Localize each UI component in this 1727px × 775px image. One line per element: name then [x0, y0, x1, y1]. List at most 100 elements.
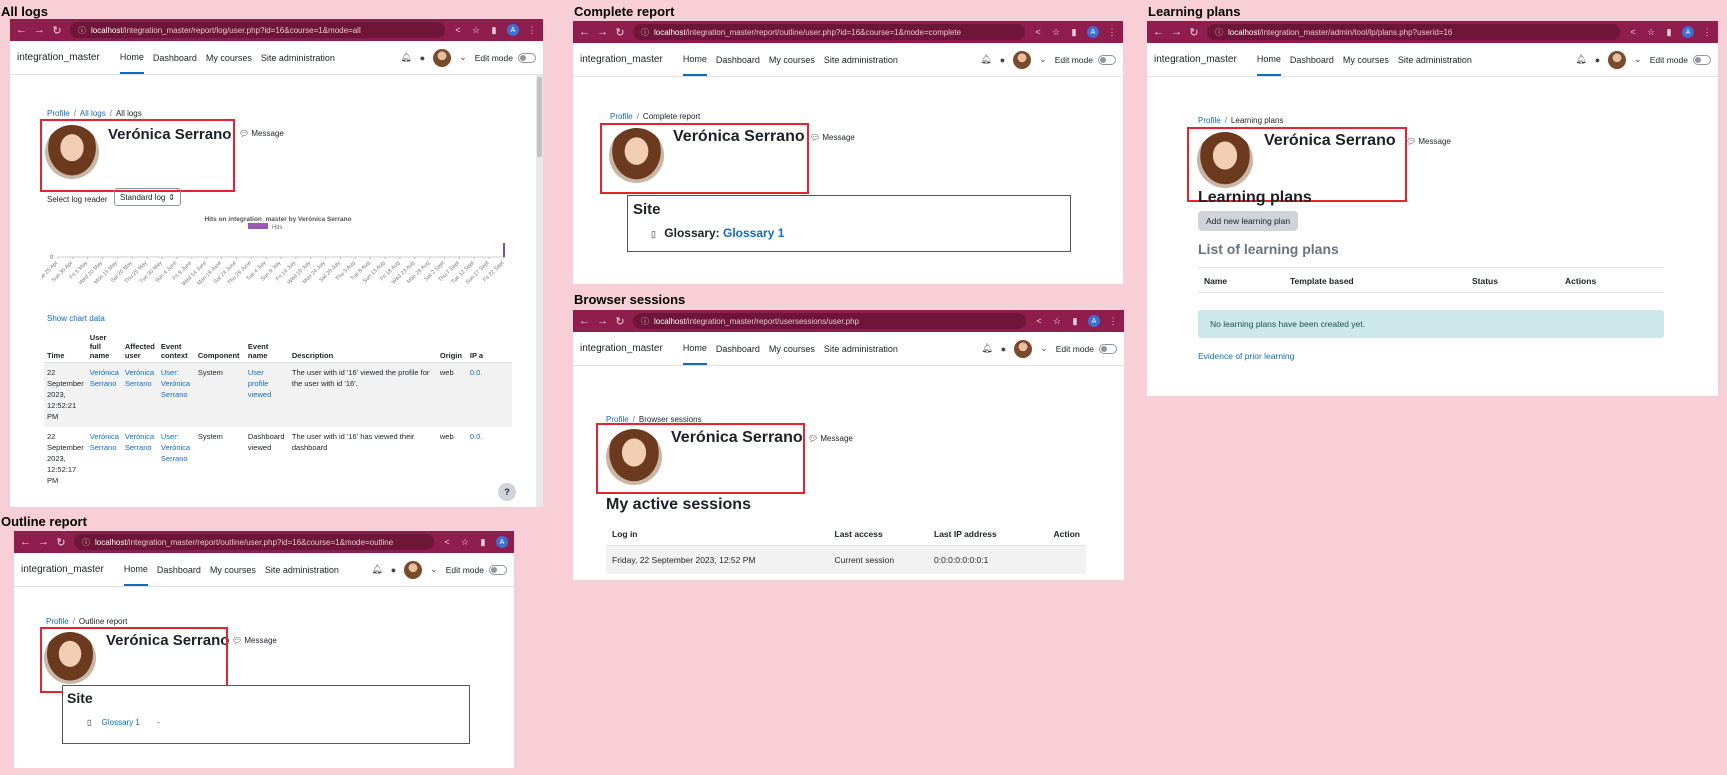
nav-site-administration[interactable]: Site administration: [824, 332, 898, 365]
breadcrumb-profile[interactable]: Profile: [46, 617, 69, 626]
bell-icon[interactable]: 🔔︎: [981, 343, 992, 354]
nav-home[interactable]: Home: [682, 332, 707, 365]
chevron-down-icon[interactable]: ⌄: [1039, 54, 1047, 65]
reload-icon[interactable]: ↻: [615, 26, 625, 39]
breadcrumb-profile[interactable]: Profile: [47, 109, 70, 118]
address-bar[interactable]: ⓘ localhost/integration_master/report/ou…: [74, 534, 434, 550]
cell-user-link[interactable]: Verónica Serrano: [87, 427, 122, 491]
evidence-link[interactable]: Evidence of prior learning: [1198, 351, 1294, 361]
chat-icon[interactable]: ●: [1000, 55, 1005, 65]
edit-mode-toggle[interactable]: [1098, 54, 1116, 65]
glossary-link[interactable]: Glossary 1: [723, 226, 784, 240]
message-button[interactable]: 💬︎ Message: [1406, 137, 1451, 146]
address-bar[interactable]: ⓘ localhost/integration_master/report/us…: [633, 313, 1026, 329]
message-button[interactable]: 💬︎ Message: [239, 129, 284, 138]
user-menu-avatar[interactable]: [404, 560, 423, 579]
share-icon[interactable]: <: [442, 537, 452, 547]
bookmark-star-icon[interactable]: ☆: [460, 537, 470, 548]
nav-home[interactable]: Home: [123, 553, 148, 586]
glossary-link[interactable]: Glossary 1: [102, 718, 140, 727]
address-bar[interactable]: ⓘ localhost/integration_master/report/lo…: [70, 22, 445, 38]
reload-icon[interactable]: ↻: [52, 24, 62, 37]
back-icon[interactable]: ←: [1153, 26, 1164, 38]
edit-mode-toggle[interactable]: [518, 52, 536, 63]
chevron-down-icon[interactable]: ⌄: [1634, 54, 1642, 65]
edit-mode-toggle[interactable]: [1693, 54, 1711, 65]
sidepanel-icon[interactable]: ▮: [478, 537, 488, 548]
nav-dashboard[interactable]: Dashboard: [716, 332, 760, 365]
nav-my-courses[interactable]: My courses: [206, 41, 252, 74]
cell-affected-user-link[interactable]: Verónica Serrano: [122, 427, 158, 491]
kebab-menu-icon[interactable]: ⋮: [1108, 316, 1118, 327]
bell-icon[interactable]: 🔔︎: [371, 564, 382, 575]
cell-affected-user-link[interactable]: Verónica Serrano: [121, 362, 158, 428]
share-icon[interactable]: <: [1033, 27, 1043, 37]
nav-dashboard[interactable]: Dashboard: [153, 41, 197, 74]
message-button[interactable]: 💬︎ Message: [810, 133, 855, 142]
nav-site-administration[interactable]: Site administration: [1398, 43, 1472, 76]
site-name[interactable]: integration_master: [580, 54, 663, 65]
user-menu-avatar[interactable]: [1608, 50, 1627, 69]
share-icon[interactable]: <: [1628, 27, 1638, 37]
nav-my-courses[interactable]: My courses: [210, 553, 256, 586]
help-button[interactable]: ?: [498, 483, 516, 501]
site-name[interactable]: integration_master: [21, 564, 104, 575]
user-menu-avatar[interactable]: [433, 48, 452, 67]
forward-icon[interactable]: →: [34, 24, 45, 36]
nav-dashboard[interactable]: Dashboard: [157, 553, 201, 586]
nav-site-administration[interactable]: Site administration: [265, 553, 339, 586]
kebab-menu-icon[interactable]: ⋮: [527, 25, 537, 36]
sidepanel-icon[interactable]: ▮: [489, 25, 499, 36]
back-icon[interactable]: ←: [579, 315, 590, 327]
nav-dashboard[interactable]: Dashboard: [1290, 43, 1334, 76]
breadcrumb-profile[interactable]: Profile: [1198, 116, 1221, 125]
forward-icon[interactable]: →: [38, 536, 49, 548]
back-icon[interactable]: ←: [579, 26, 590, 38]
edit-mode-toggle[interactable]: [489, 564, 507, 575]
chevron-down-icon[interactable]: ⌄: [459, 52, 467, 63]
share-icon[interactable]: <: [453, 25, 463, 35]
message-button[interactable]: 💬︎ Message: [232, 636, 277, 645]
user-menu-avatar[interactable]: [1014, 339, 1033, 358]
bell-icon[interactable]: 🔔︎: [1575, 54, 1586, 65]
browser-profile-avatar[interactable]: A: [1682, 26, 1694, 38]
nav-home[interactable]: Home: [682, 43, 707, 76]
address-bar[interactable]: ⓘ localhost/integration_master/report/ou…: [633, 24, 1025, 40]
cell-context-link[interactable]: User: Verónica Serrano: [158, 427, 195, 491]
site-name[interactable]: integration_master: [580, 343, 663, 354]
forward-icon[interactable]: →: [597, 315, 608, 327]
add-learning-plan-button[interactable]: Add new learning plan: [1198, 211, 1299, 231]
address-bar[interactable]: ⓘ localhost/integration_master/admin/too…: [1207, 24, 1620, 40]
reload-icon[interactable]: ↻: [56, 536, 66, 549]
reload-icon[interactable]: ↻: [1189, 26, 1199, 39]
nav-home[interactable]: Home: [1256, 43, 1281, 76]
cell-user-link[interactable]: Verónica Serrano: [86, 362, 122, 428]
bell-icon[interactable]: 🔔︎: [400, 52, 411, 63]
cell-context-link[interactable]: User: Verónica Serrano: [157, 362, 195, 428]
forward-icon[interactable]: →: [1171, 26, 1182, 38]
back-icon[interactable]: ←: [20, 536, 31, 548]
show-chart-data-link[interactable]: Show chart data: [47, 314, 105, 323]
browser-profile-avatar[interactable]: A: [1087, 26, 1099, 38]
browser-profile-avatar[interactable]: A: [1088, 315, 1100, 327]
forward-icon[interactable]: →: [597, 26, 608, 38]
edit-mode-toggle[interactable]: [1099, 343, 1117, 354]
chat-icon[interactable]: ●: [420, 53, 425, 63]
nav-site-administration[interactable]: Site administration: [261, 41, 335, 74]
cell-ip-link[interactable]: 0.0.: [466, 362, 512, 428]
site-name[interactable]: integration_master: [1154, 54, 1237, 65]
reload-icon[interactable]: ↻: [615, 315, 625, 328]
nav-dashboard[interactable]: Dashboard: [716, 43, 760, 76]
sidepanel-icon[interactable]: ▮: [1069, 27, 1079, 38]
scrollbar[interactable]: [536, 75, 543, 507]
kebab-menu-icon[interactable]: ⋮: [1107, 27, 1117, 38]
sidepanel-icon[interactable]: ▮: [1664, 27, 1674, 38]
nav-my-courses[interactable]: My courses: [769, 43, 815, 76]
cell-event-link[interactable]: User profile viewed: [244, 362, 289, 428]
user-menu-avatar[interactable]: [1013, 50, 1032, 69]
chat-icon[interactable]: ●: [1001, 344, 1006, 354]
bookmark-star-icon[interactable]: ☆: [1052, 316, 1062, 327]
browser-profile-avatar[interactable]: A: [496, 536, 508, 548]
breadcrumb-all-logs[interactable]: All logs: [80, 109, 106, 118]
back-icon[interactable]: ←: [16, 24, 27, 36]
